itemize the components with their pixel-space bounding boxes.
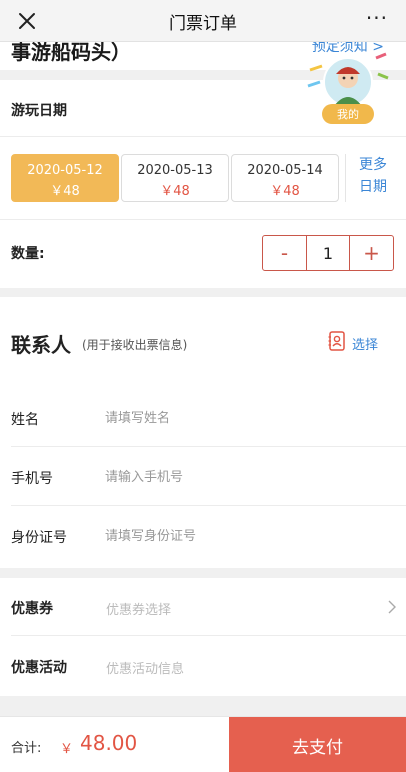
- date-option[interactable]: 2020-05-14 ￥48: [231, 154, 339, 202]
- pay-button[interactable]: 去支付: [229, 717, 406, 772]
- divider: [0, 219, 406, 220]
- quantity-value[interactable]: 1: [306, 236, 350, 270]
- choose-contact-button[interactable]: 选择: [328, 331, 378, 355]
- date-option-price: ￥48: [160, 184, 190, 199]
- phone-label: 手机号: [11, 471, 53, 487]
- avatar: [307, 52, 389, 107]
- total-amount: 48.00: [80, 731, 138, 755]
- mine-floating-button[interactable]: 我的: [306, 52, 390, 124]
- coupon-value: 优惠券选择: [106, 603, 172, 618]
- checkout-bar: 合计: ￥ 48.00 去支付: [0, 716, 406, 772]
- more-icon[interactable]: ···: [366, 6, 388, 30]
- more-dates-line2: 日期: [359, 179, 387, 195]
- date-option-date: 2020-05-12: [27, 163, 103, 178]
- divider: [0, 136, 406, 137]
- page-title: 门票订单: [169, 14, 237, 34]
- date-section-title: 游玩日期: [11, 103, 67, 119]
- choose-contact-label: 选择: [352, 337, 379, 353]
- id-card-field-row: 身份证号: [11, 507, 406, 565]
- contact-title: 联系人: [11, 333, 71, 357]
- activity-value: 优惠活动信息: [106, 662, 185, 677]
- contact-hint: (用于接收出票信息): [82, 338, 188, 352]
- date-option-date: 2020-05-13: [137, 163, 213, 178]
- name-input[interactable]: [105, 401, 385, 435]
- coupon-row[interactable]: 优惠券 优惠券选择: [11, 578, 406, 636]
- date-option-price: ￥48: [270, 184, 300, 199]
- more-dates-button[interactable]: 更多 日期: [345, 154, 395, 202]
- quantity-plus-button[interactable]: +: [350, 236, 393, 270]
- phone-field-row: 手机号: [11, 448, 406, 506]
- phone-input[interactable]: [105, 460, 385, 494]
- id-card-input[interactable]: [105, 519, 385, 553]
- date-option[interactable]: 2020-05-12 ￥48: [11, 154, 119, 202]
- quantity-stepper: - 1 +: [262, 235, 394, 271]
- chevron-right-icon: [388, 599, 396, 618]
- contact-card-icon: [328, 331, 346, 355]
- mine-label: 我的: [322, 104, 374, 124]
- nav-bar: 门票订单 ···: [0, 0, 406, 42]
- date-option[interactable]: 2020-05-13 ￥48: [121, 154, 229, 202]
- coupon-label: 优惠券: [11, 601, 53, 617]
- activity-label: 优惠活动: [11, 660, 67, 676]
- quantity-minus-button[interactable]: -: [263, 236, 306, 270]
- more-dates-line1: 更多: [359, 157, 387, 173]
- name-label: 姓名: [11, 412, 39, 428]
- promo-section: 优惠券 优惠券选择 优惠活动 优惠活动信息: [0, 578, 406, 696]
- id-card-label: 身份证号: [11, 530, 67, 546]
- currency-symbol: ￥: [60, 742, 74, 757]
- date-option-price: ￥48: [50, 184, 80, 199]
- venue-name: 事游船码头）: [11, 42, 131, 64]
- date-option-date: 2020-05-14: [247, 163, 323, 178]
- total-label: 合计:: [11, 741, 42, 756]
- name-field-row: 姓名: [11, 389, 406, 447]
- contact-section: 联系人 (用于接收出票信息) 选择 姓名 手机号 身份证号: [0, 297, 406, 568]
- quantity-label: 数量:: [11, 246, 45, 262]
- activity-row[interactable]: 优惠活动 优惠活动信息: [11, 637, 406, 695]
